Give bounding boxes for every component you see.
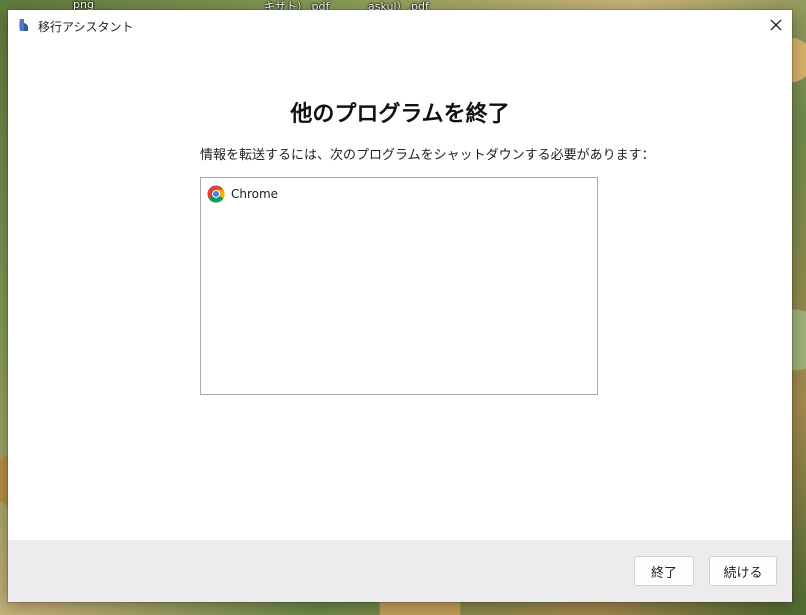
migration-assistant-window: 移行アシスタント 他のプログラムを終了 情報を転送するには、次のプログラムをシャ…: [8, 10, 792, 602]
program-list[interactable]: Chrome: [200, 177, 598, 395]
close-icon: [770, 19, 782, 31]
page-title: 他のプログラムを終了: [290, 102, 510, 127]
list-item[interactable]: Chrome: [207, 184, 278, 204]
app-icon: [19, 19, 29, 31]
program-name: Chrome: [231, 187, 279, 201]
chrome-icon: [207, 185, 225, 203]
quit-button[interactable]: 終了: [634, 556, 694, 586]
instruction-text: 情報を転送するには、次のプログラムをシャットダウンする必要があります：: [200, 148, 655, 163]
close-button[interactable]: [760, 10, 792, 40]
button-bar: 終了 続ける: [8, 540, 792, 602]
title-bar[interactable]: 移行アシスタント: [8, 10, 792, 40]
window-title: 移行アシスタント: [38, 20, 134, 34]
continue-button[interactable]: 続ける: [709, 556, 777, 586]
